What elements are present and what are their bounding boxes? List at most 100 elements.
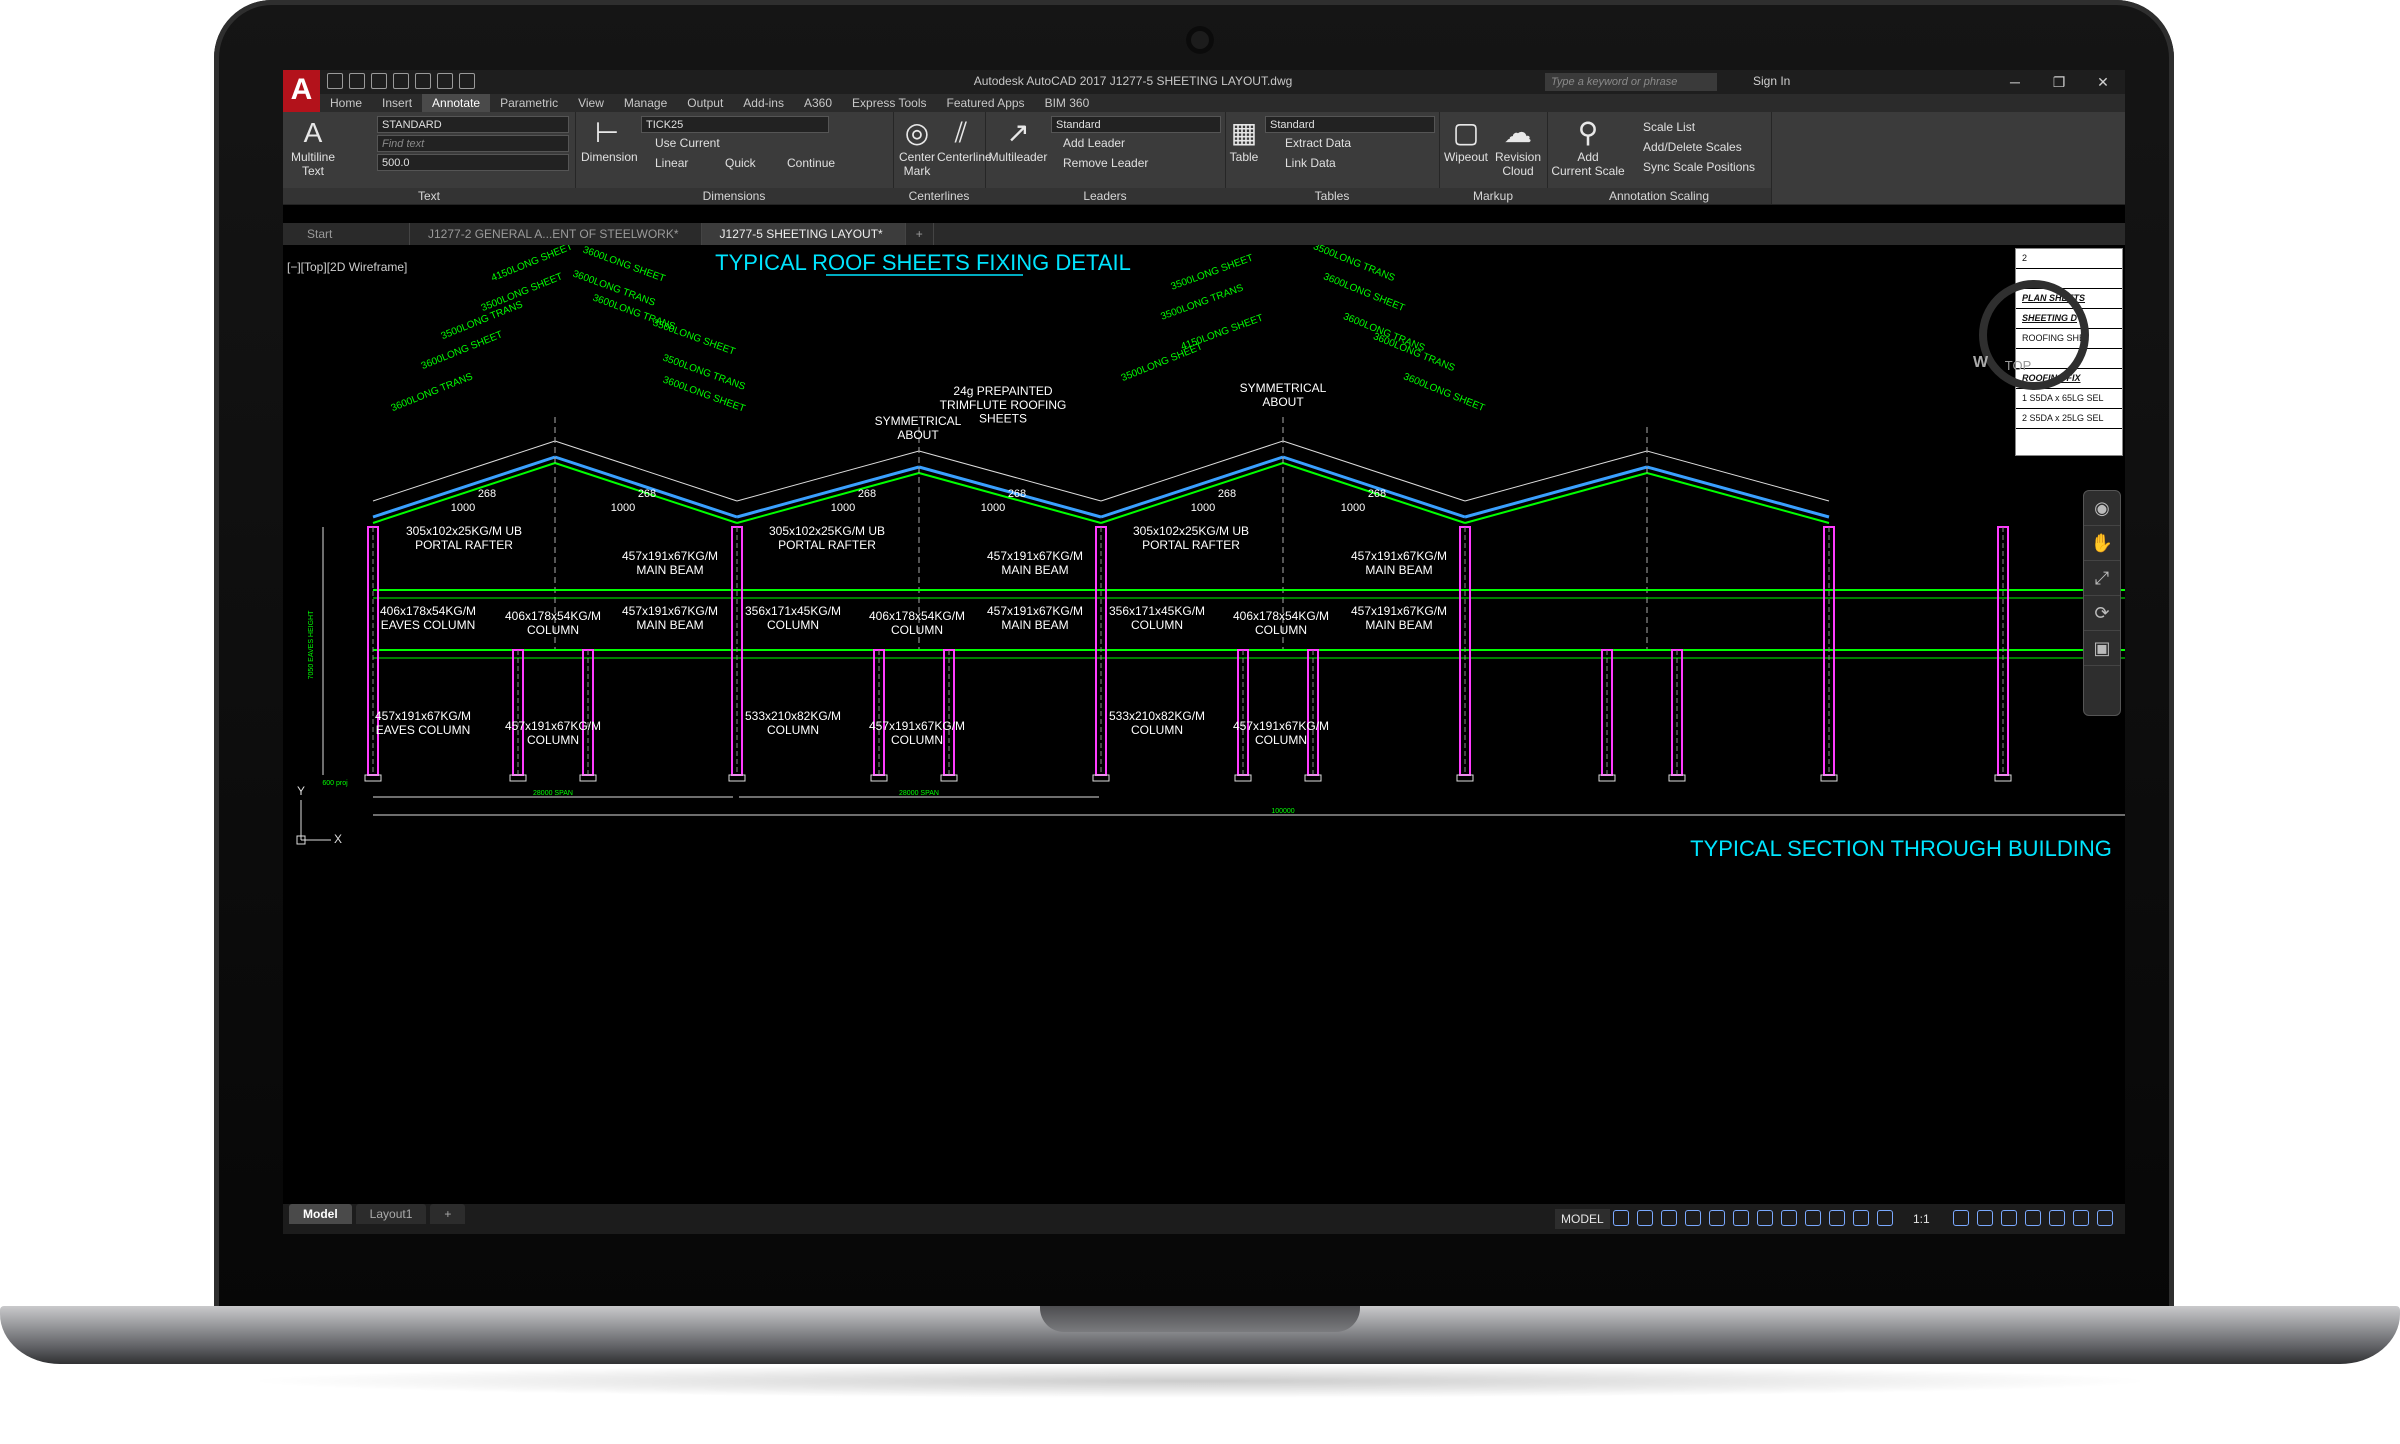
- column-label: 406x178x54KG/M: [505, 609, 601, 623]
- grid-icon[interactable]: [1613, 1210, 1629, 1226]
- object-snap-icon[interactable]: [1757, 1210, 1773, 1226]
- annotation-monitor-icon[interactable]: [1977, 1210, 1993, 1226]
- doc-tab-general-arrangement[interactable]: J1277-2 GENERAL A...ENT OF STEELWORK*: [410, 223, 702, 245]
- doc-tab-sheeting-layout[interactable]: J1277-5 SHEETING LAYOUT*: [701, 223, 906, 245]
- application-menu-button[interactable]: A: [283, 70, 320, 112]
- linear-button[interactable]: Linear: [655, 156, 688, 171]
- text-style-select[interactable]: STANDARD: [377, 116, 569, 133]
- window-title: Autodesk AutoCAD 2017 J1277-5 SHEETING L…: [973, 74, 1293, 88]
- isodraft-icon[interactable]: [1709, 1210, 1725, 1226]
- tab-manage[interactable]: Manage: [614, 94, 677, 112]
- panel-title[interactable]: Leaders: [985, 188, 1225, 204]
- quick-properties-icon[interactable]: [2025, 1210, 2041, 1226]
- main-beam-label: 457x191x67KG/M: [622, 549, 718, 563]
- clean-screen-icon[interactable]: [2073, 1210, 2089, 1226]
- tab-annotate[interactable]: Annotate: [422, 94, 491, 112]
- new-tab-button[interactable]: +: [906, 223, 934, 245]
- print-icon[interactable]: [415, 73, 431, 89]
- dim-style-select[interactable]: TICK25: [641, 116, 829, 133]
- find-text-input[interactable]: Find text: [377, 135, 569, 152]
- redo-icon[interactable]: [459, 73, 475, 89]
- panel-title[interactable]: Text: [283, 188, 575, 204]
- close-button[interactable]: ✕: [2081, 70, 2125, 94]
- leader-style-select[interactable]: Standard: [1051, 116, 1221, 133]
- compass-west-label[interactable]: W: [1973, 354, 1988, 372]
- column-label: COLUMN: [1255, 623, 1307, 637]
- new-layout-button[interactable]: +: [430, 1204, 466, 1224]
- save-icon[interactable]: [371, 73, 387, 89]
- viewport-controls[interactable]: [−][Top][2D Wireframe]: [287, 260, 407, 274]
- steering-wheel-icon[interactable]: ◉: [2084, 491, 2120, 526]
- sign-in-button[interactable]: Sign In: [1753, 74, 1790, 88]
- open-icon[interactable]: [349, 73, 365, 89]
- maximize-button[interactable]: ❐: [2037, 70, 2081, 94]
- roof-sheet-line: [1646, 465, 1830, 519]
- object-snap-tracking-icon[interactable]: [1733, 1210, 1749, 1226]
- tab-layout1[interactable]: Layout1: [355, 1204, 427, 1224]
- lineweight-icon[interactable]: [1781, 1210, 1797, 1226]
- rafter-label: 305x102x25KG/M UB: [769, 524, 885, 538]
- add-delete-scales-button[interactable]: Add/Delete Scales: [1643, 140, 1742, 155]
- extract-data-button[interactable]: Extract Data: [1285, 136, 1351, 151]
- annotation-visibility-icon[interactable]: [1853, 1210, 1869, 1226]
- multileader-button[interactable]: ↗ Multileader: [987, 118, 1049, 165]
- tab-output[interactable]: Output: [677, 94, 733, 112]
- tab-home[interactable]: Home: [320, 94, 372, 112]
- tab-bim-360[interactable]: BIM 360: [1035, 94, 1100, 112]
- remove-leader-button[interactable]: Remove Leader: [1063, 156, 1148, 171]
- polar-icon[interactable]: [1685, 1210, 1701, 1226]
- workspace-gear-icon[interactable]: [1953, 1210, 1969, 1226]
- annotation-scale-select[interactable]: 1:1: [1913, 1209, 1930, 1229]
- text-height-input[interactable]: 500.0: [377, 154, 569, 171]
- search-input[interactable]: Type a keyword or phrase: [1545, 73, 1717, 91]
- dimension-button[interactable]: ⊢ Dimension: [581, 118, 638, 165]
- status-toggles: [1613, 1210, 1893, 1226]
- scale-list-button[interactable]: Scale List: [1643, 120, 1695, 135]
- transparency-icon[interactable]: [1805, 1210, 1821, 1226]
- panel-title[interactable]: Tables: [1225, 188, 1439, 204]
- save-as-icon[interactable]: [393, 73, 409, 89]
- centerline-button[interactable]: ⫽ Centerline: [937, 118, 992, 165]
- wipeout-button[interactable]: ▢ Wipeout: [1441, 118, 1491, 165]
- doc-tab-start[interactable]: Start: [289, 223, 410, 245]
- viewcube-top-face[interactable]: TOP: [2000, 356, 2036, 376]
- showmotion-icon[interactable]: ▣: [2084, 631, 2120, 666]
- units-icon[interactable]: [2001, 1210, 2017, 1226]
- multiline-text-button[interactable]: A Multiline Text: [291, 118, 335, 179]
- drawing-canvas[interactable]: TYPICAL ROOF SHEETS FIXING DETAIL TYPICAL…: [283, 245, 2125, 1204]
- sync-scale-positions-button[interactable]: Sync Scale Positions: [1643, 160, 1755, 175]
- auto-scale-icon[interactable]: [1877, 1210, 1893, 1226]
- tab-a360[interactable]: A360: [794, 94, 842, 112]
- ortho-icon[interactable]: [1661, 1210, 1677, 1226]
- tab-parametric[interactable]: Parametric: [490, 94, 568, 112]
- new-icon[interactable]: [327, 73, 343, 89]
- selection-cycling-icon[interactable]: [1829, 1210, 1845, 1226]
- table-style-select[interactable]: Standard: [1265, 116, 1435, 133]
- quick-button[interactable]: Quick: [725, 156, 756, 171]
- table-button[interactable]: ▦ Table: [1227, 118, 1261, 165]
- use-current-select[interactable]: Use Current: [655, 136, 720, 151]
- tab-view[interactable]: View: [568, 94, 614, 112]
- add-current-scale-button[interactable]: ⚲ Add Current Scale: [1551, 118, 1625, 179]
- tab-express-tools[interactable]: Express Tools: [842, 94, 936, 112]
- continue-button[interactable]: Continue: [787, 156, 835, 171]
- orbit-icon[interactable]: ⟳: [2084, 596, 2120, 631]
- tab-featured-apps[interactable]: Featured Apps: [937, 94, 1035, 112]
- add-leader-button[interactable]: Add Leader: [1063, 136, 1125, 151]
- undo-icon[interactable]: [437, 73, 453, 89]
- revision-cloud-icon: ☁: [1504, 117, 1532, 148]
- minimize-button[interactable]: ─: [1993, 70, 2037, 94]
- link-data-button[interactable]: Link Data: [1285, 156, 1336, 171]
- tab-insert[interactable]: Insert: [372, 94, 422, 112]
- tab-model[interactable]: Model: [289, 1204, 352, 1224]
- pan-icon[interactable]: ✋: [2084, 526, 2120, 561]
- tab-add-ins[interactable]: Add-ins: [733, 94, 794, 112]
- center-mark-button[interactable]: ◎ Center Mark: [895, 118, 939, 179]
- snap-icon[interactable]: [1637, 1210, 1653, 1226]
- model-space-button[interactable]: MODEL: [1555, 1209, 1610, 1229]
- customization-menu-icon[interactable]: [2097, 1210, 2113, 1226]
- panel-title[interactable]: Dimensions: [575, 188, 893, 204]
- isolate-objects-icon[interactable]: [2049, 1210, 2065, 1226]
- revision-cloud-button[interactable]: ☁ Revision Cloud: [1491, 117, 1545, 179]
- zoom-extents-icon[interactable]: ⤢: [2084, 561, 2120, 596]
